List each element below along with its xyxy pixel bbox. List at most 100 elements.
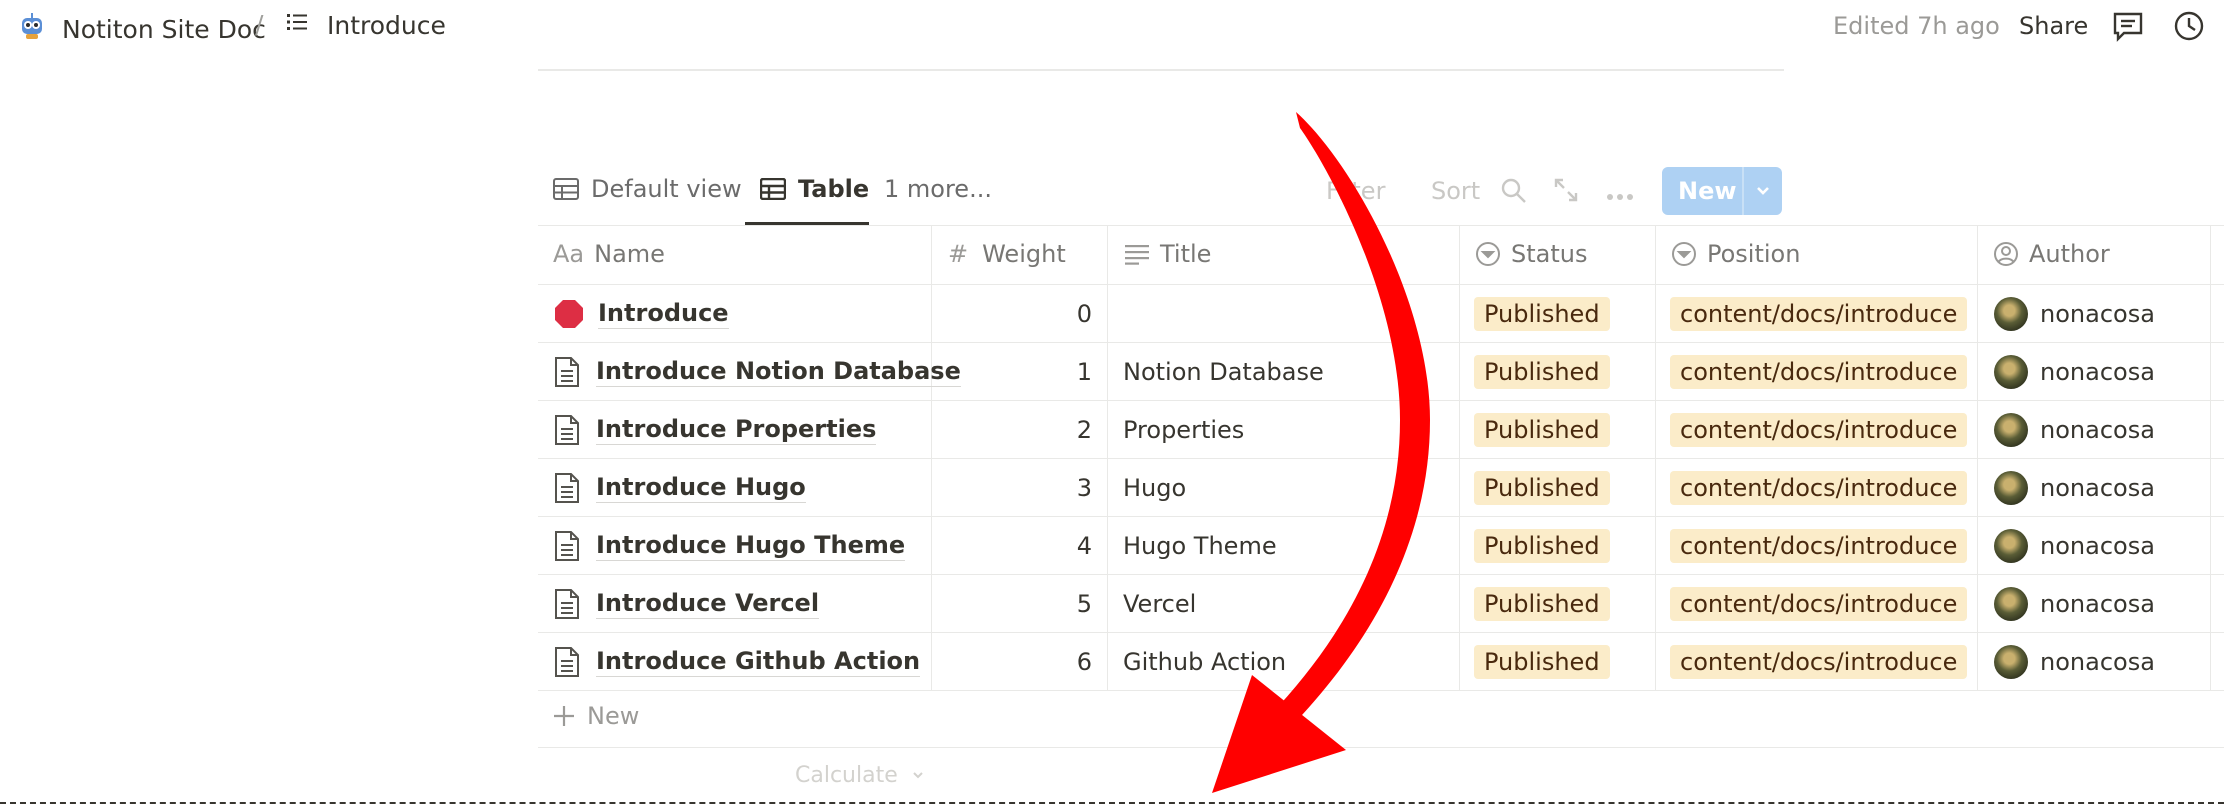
author-name: nonacosa <box>2040 358 2155 386</box>
status-cell[interactable]: Published <box>1474 575 1610 633</box>
chevron-down-icon[interactable] <box>1754 181 1772 203</box>
status-tag: Published <box>1474 355 1610 389</box>
column-header-weight[interactable]: # Weight <box>948 240 1066 268</box>
position-tag: content/docs/introduce <box>1670 355 1968 389</box>
tab-default-view[interactable]: Default view <box>553 175 742 203</box>
column-header-position[interactable]: Position <box>1671 240 1800 268</box>
weight-cell[interactable]: 3 <box>932 459 1092 517</box>
breadcrumb-page[interactable]: Introduce <box>285 10 446 40</box>
table-row[interactable]: Introduce Hugo Theme 4 Hugo Theme Publis… <box>538 517 2224 575</box>
robot-icon <box>16 10 48 48</box>
status-cell[interactable]: Published <box>1474 285 1610 343</box>
avatar <box>1994 529 2028 563</box>
author-name: nonacosa <box>2040 532 2155 560</box>
add-row-button[interactable]: New <box>553 702 639 730</box>
sort-button[interactable]: Sort <box>1431 177 1480 205</box>
name-cell[interactable]: Introduce Hugo Theme <box>554 517 906 575</box>
weight-cell[interactable]: 0 <box>932 285 1092 343</box>
breadcrumb-workspace[interactable]: Notiton Site Doc <box>16 10 266 48</box>
weight-cell[interactable]: 4 <box>932 517 1092 575</box>
row-name[interactable]: Introduce Hugo Theme <box>596 531 906 561</box>
author-cell[interactable]: nonacosa <box>1994 517 2155 575</box>
breadcrumb-separator: / <box>255 10 264 39</box>
column-header-title-label: Title <box>1160 240 1212 268</box>
position-cell[interactable]: content/docs/introduce <box>1670 343 1968 401</box>
filter-button[interactable]: Filter <box>1326 177 1385 205</box>
share-button[interactable]: Share <box>2019 12 2088 40</box>
avatar <box>1994 297 2028 331</box>
list-icon <box>285 10 309 40</box>
new-record-button[interactable]: New <box>1662 167 1782 215</box>
plus-icon <box>554 706 574 726</box>
table-top-border <box>538 225 2224 226</box>
name-cell[interactable]: Introduce <box>554 285 729 343</box>
author-cell[interactable]: nonacosa <box>1994 633 2155 691</box>
position-cell[interactable]: content/docs/introduce <box>1670 459 1968 517</box>
column-header-position-label: Position <box>1707 240 1801 268</box>
title-cell[interactable]: Properties <box>1123 401 1244 459</box>
author-cell[interactable]: nonacosa <box>1994 343 2155 401</box>
status-cell[interactable]: Published <box>1474 633 1610 691</box>
position-cell[interactable]: content/docs/introduce <box>1670 633 1968 691</box>
expand-icon[interactable] <box>1553 177 1579 207</box>
table-row[interactable]: Introduce Hugo 3 Hugo Published content/… <box>538 459 2224 517</box>
more-views-label: 1 more... <box>884 175 992 203</box>
table-row[interactable]: Introduce Vercel 5 Vercel Published cont… <box>538 575 2224 633</box>
title-cell[interactable]: Notion Database <box>1123 343 1324 401</box>
status-tag: Published <box>1474 529 1610 563</box>
table-row[interactable]: Introduce 0 Published content/docs/intro… <box>538 285 2224 343</box>
author-name: nonacosa <box>2040 590 2155 618</box>
author-cell[interactable]: nonacosa <box>1994 285 2155 343</box>
column-header-author[interactable]: Author <box>1993 240 2110 268</box>
title-cell[interactable]: Hugo Theme <box>1123 517 1277 575</box>
position-cell[interactable]: content/docs/introduce <box>1670 575 1968 633</box>
status-cell[interactable]: Published <box>1474 401 1610 459</box>
title-cell[interactable]: Hugo <box>1123 459 1186 517</box>
tab-table[interactable]: Table <box>760 175 869 203</box>
status-cell[interactable]: Published <box>1474 343 1610 401</box>
name-cell[interactable]: Introduce Vercel <box>554 575 820 633</box>
more-options-icon[interactable] <box>1606 186 1634 205</box>
title-cell[interactable]: Vercel <box>1123 575 1196 633</box>
search-icon[interactable] <box>1500 177 1528 209</box>
column-header-title[interactable]: Title <box>1124 240 1211 268</box>
button-divider <box>1742 167 1744 215</box>
row-name[interactable]: Introduce Vercel <box>596 589 820 619</box>
comment-icon[interactable] <box>2110 8 2146 44</box>
row-name[interactable]: Introduce Github Action <box>596 647 921 677</box>
row-name[interactable]: Introduce <box>598 299 729 329</box>
position-cell[interactable]: content/docs/introduce <box>1670 401 1968 459</box>
position-tag: content/docs/introduce <box>1670 471 1968 505</box>
author-cell[interactable]: nonacosa <box>1994 459 2155 517</box>
status-tag: Published <box>1474 297 1610 331</box>
column-header-name[interactable]: Aa Name <box>553 240 665 268</box>
row-name[interactable]: Introduce Properties <box>596 415 877 445</box>
title-cell[interactable]: Github Action <box>1123 633 1286 691</box>
table-row[interactable]: Introduce Notion Database 1 Notion Datab… <box>538 343 2224 401</box>
clock-icon[interactable] <box>2171 8 2207 44</box>
row-name[interactable]: Introduce Notion Database <box>596 357 961 387</box>
column-header-status[interactable]: Status <box>1475 240 1587 268</box>
document-icon <box>555 589 579 619</box>
weight-cell[interactable]: 1 <box>932 343 1092 401</box>
table-row[interactable]: Introduce Github Action 6 Github Action … <box>538 633 2224 691</box>
table-row[interactable]: Introduce Properties 2 Properties Publis… <box>538 401 2224 459</box>
position-cell[interactable]: content/docs/introduce <box>1670 517 1968 575</box>
name-cell[interactable]: Introduce Hugo <box>554 459 806 517</box>
author-cell[interactable]: nonacosa <box>1994 575 2155 633</box>
status-cell[interactable]: Published <box>1474 459 1610 517</box>
author-cell[interactable]: nonacosa <box>1994 401 2155 459</box>
calculate-button[interactable]: Calculate <box>795 763 925 788</box>
position-cell[interactable]: content/docs/introduce <box>1670 285 1968 343</box>
weight-cell[interactable]: 6 <box>932 633 1092 691</box>
name-cell[interactable]: Introduce Notion Database <box>554 343 961 401</box>
name-cell[interactable]: Introduce Github Action <box>554 633 921 691</box>
weight-cell[interactable]: 2 <box>932 401 1092 459</box>
weight-cell[interactable]: 5 <box>932 575 1092 633</box>
name-cell[interactable]: Introduce Properties <box>554 401 877 459</box>
more-views-button[interactable]: 1 more... <box>884 175 992 203</box>
calculate-label: Calculate <box>795 763 898 788</box>
avatar <box>1994 355 2028 389</box>
row-name[interactable]: Introduce Hugo <box>596 473 806 503</box>
status-cell[interactable]: Published <box>1474 517 1610 575</box>
